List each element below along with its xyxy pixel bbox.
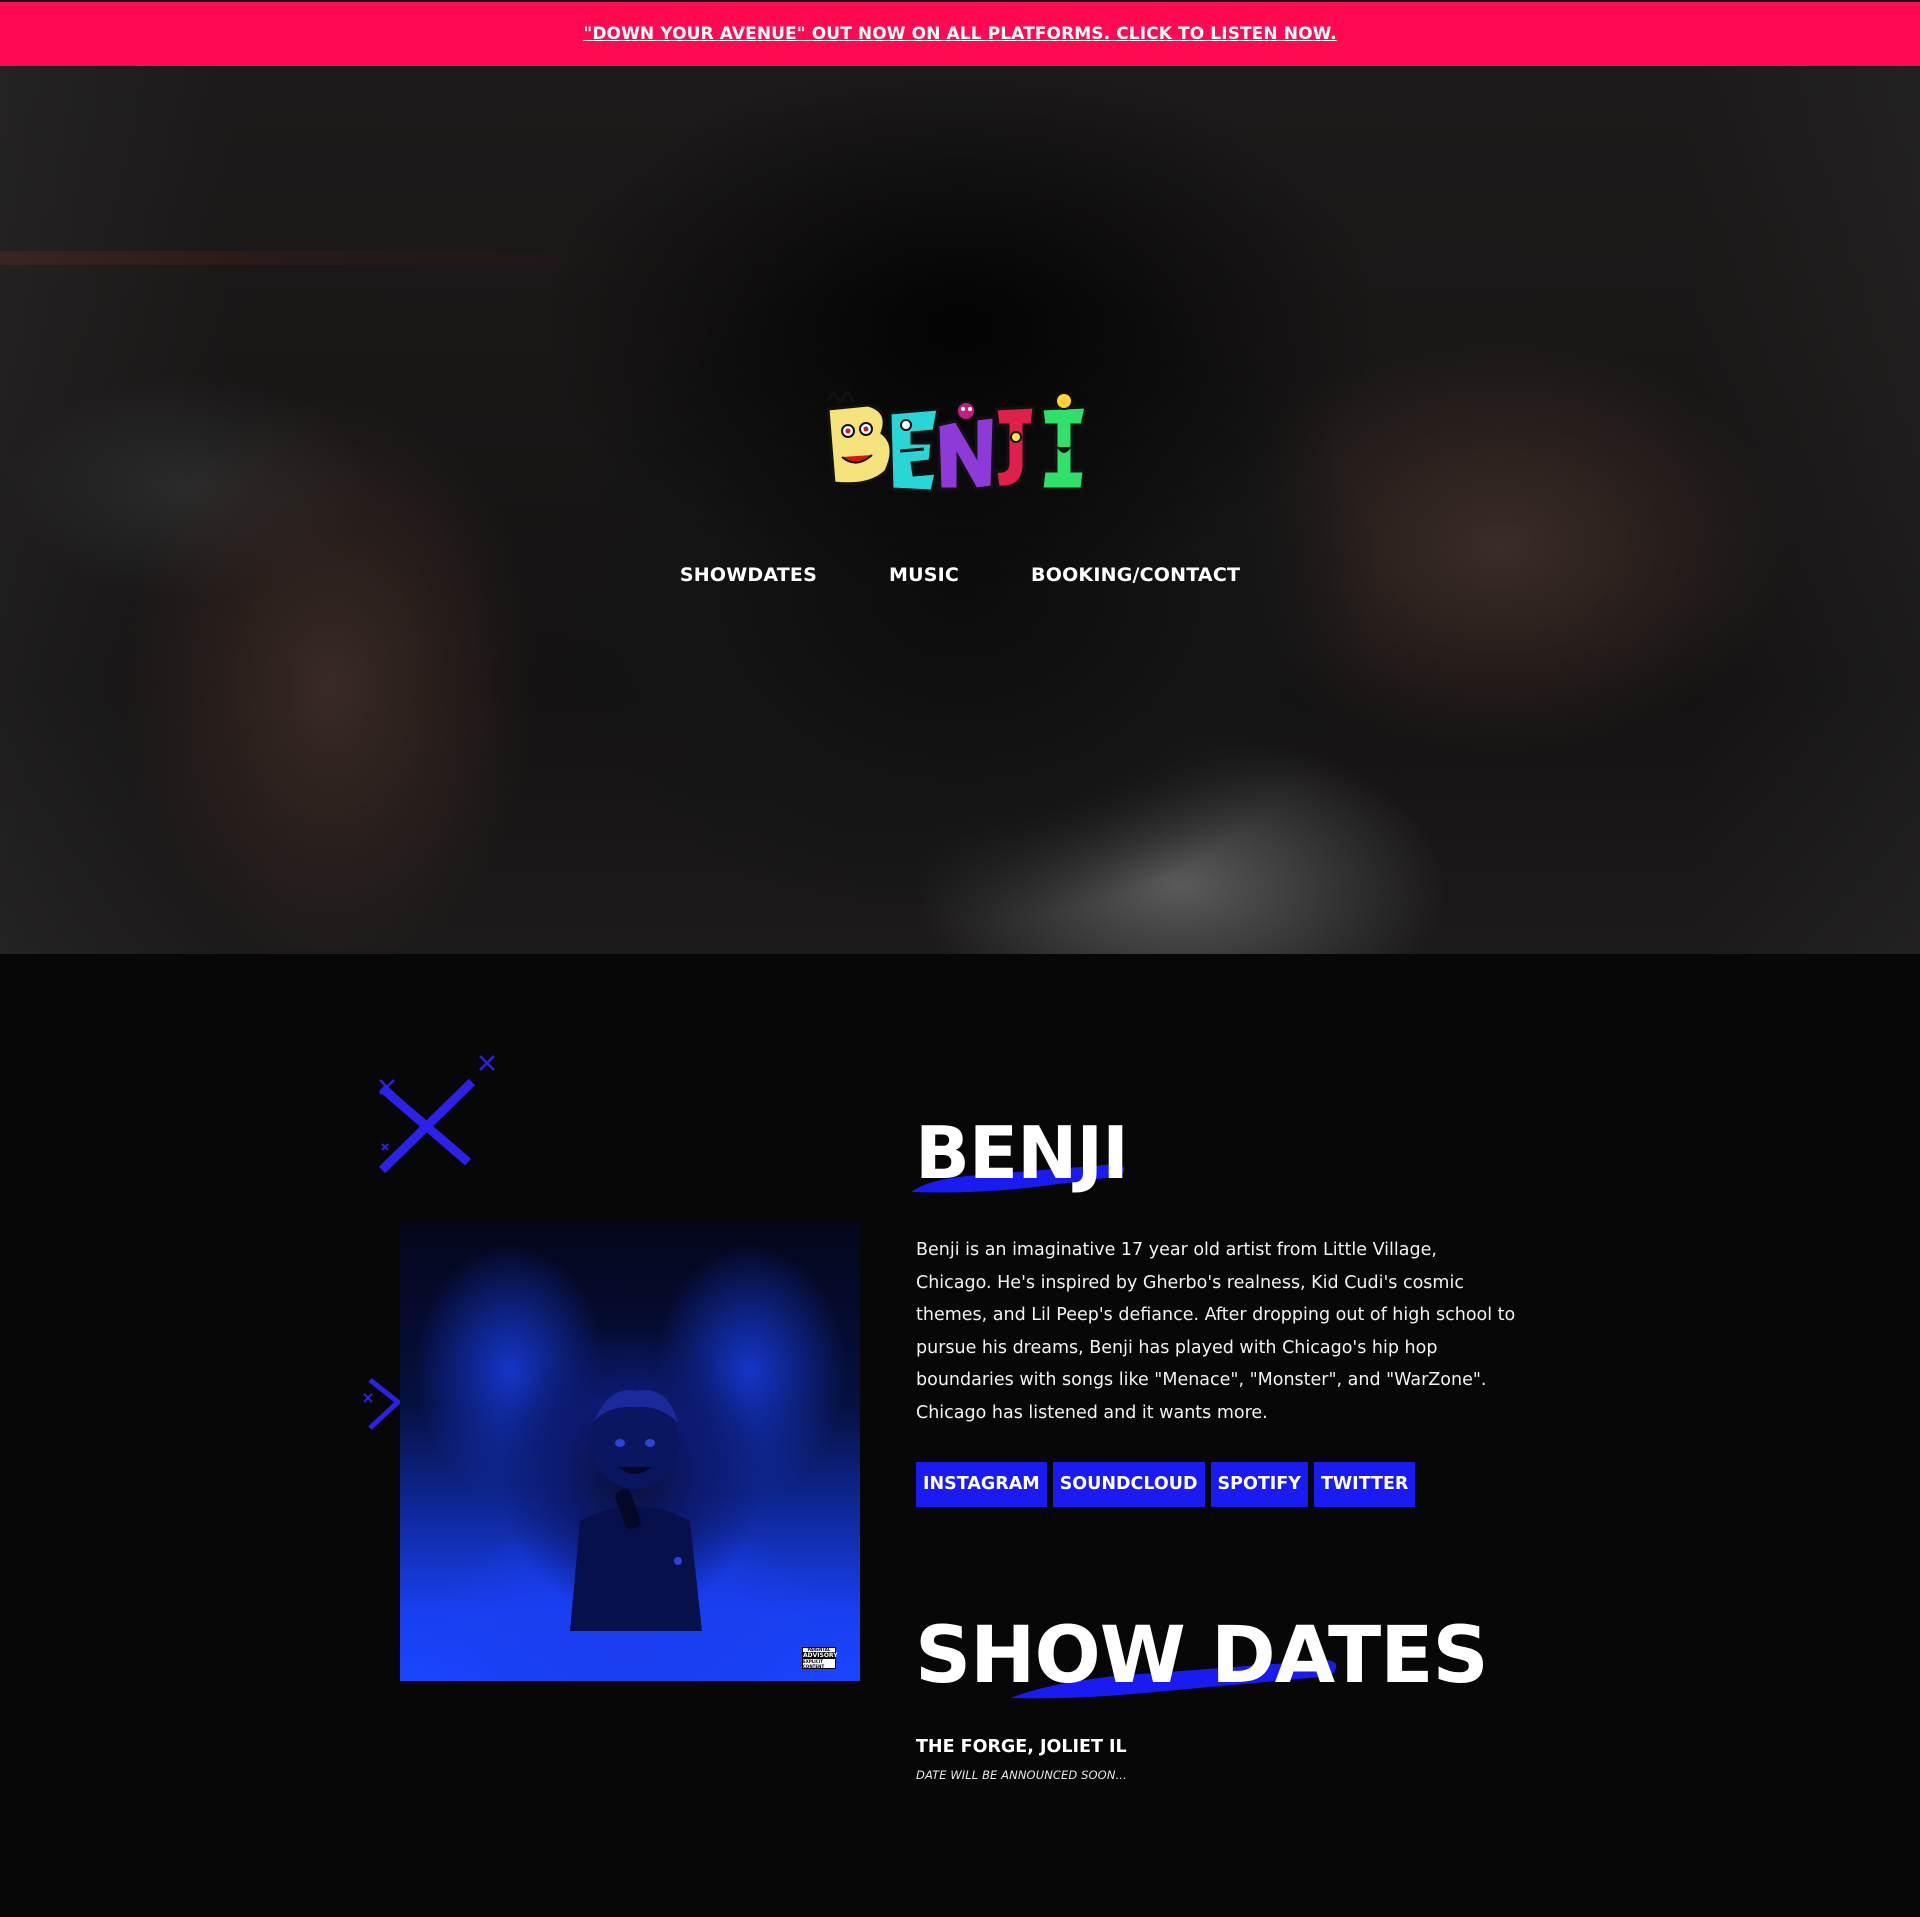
- hero-section: SHOWDATES MUSIC BOOKING/CONTACT: [0, 66, 1920, 954]
- artist-bio: Benji is an imaginative 17 year old arti…: [916, 1240, 1516, 1423]
- social-links: INSTAGRAM SOUNDCLOUD SPOTIFY TWITTER: [916, 1462, 1416, 1507]
- artist-title: BENJI: [915, 1111, 1129, 1195]
- spotify-button[interactable]: SPOTIFY: [1210, 1462, 1308, 1507]
- album-cover[interactable]: PARENTAL ADVISORY EXPLICIT CONTENT: [400, 1221, 860, 1681]
- twitter-button[interactable]: TWITTER: [1313, 1462, 1416, 1507]
- main-nav: SHOWDATES MUSIC BOOKING/CONTACT: [0, 564, 1920, 586]
- show-date: DATE WILL BE ANNOUNCED SOON...: [916, 1768, 1127, 1782]
- x-decoration-icon: [378, 1055, 495, 1174]
- announcement-banner: "DOWN YOUR AVENUE" OUT NOW ON ALL PLATFO…: [0, 0, 1920, 66]
- nav-music[interactable]: MUSIC: [889, 564, 959, 586]
- nav-showdates[interactable]: SHOWDATES: [680, 564, 817, 586]
- instagram-button[interactable]: INSTAGRAM: [916, 1462, 1047, 1507]
- parental-advisory-label: PARENTAL ADVISORY EXPLICIT CONTENT: [802, 1647, 838, 1669]
- artist-heading: BENJI: [911, 1111, 1129, 1195]
- show-dates-title: SHOW DATES: [915, 1611, 1489, 1701]
- show-venue: THE FORGE, JOLIET IL: [916, 1737, 1127, 1757]
- benji-logo[interactable]: [820, 391, 1100, 501]
- announcement-link[interactable]: "DOWN YOUR AVENUE" OUT NOW ON ALL PLATFO…: [583, 24, 1336, 44]
- artist-silhouette-icon: [570, 1390, 702, 1631]
- nav-booking-contact[interactable]: BOOKING/CONTACT: [1031, 564, 1240, 586]
- hero-background-photo: [0, 66, 1920, 954]
- soundcloud-button[interactable]: SOUNDCLOUD: [1052, 1462, 1205, 1507]
- show-dates-heading: SHOW DATES: [915, 1610, 1489, 1702]
